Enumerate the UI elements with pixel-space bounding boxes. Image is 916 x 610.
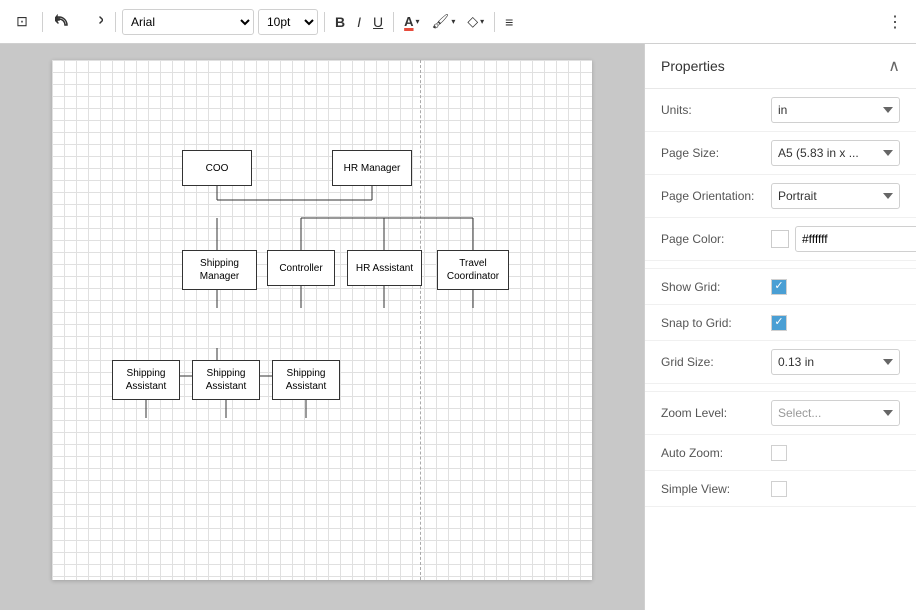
more-options-button[interactable]: ⋮ [883, 8, 908, 36]
showgrid-checkmark: ✓ [774, 281, 783, 292]
org-box-sm[interactable]: Shipping Manager [182, 250, 257, 290]
prop-orientation-label: Page Orientation: [661, 189, 771, 203]
properties-header: Properties ∧ [645, 44, 916, 89]
org-box-hra[interactable]: HR Assistant [347, 250, 422, 286]
prop-showgrid-row: Show Grid: ✓ [645, 269, 916, 305]
fill-color-icon: 🖌 [432, 13, 450, 30]
properties-panel: Properties ∧ Units: incmptpx Page Size: … [644, 44, 916, 610]
color-row: ▾ [771, 226, 916, 252]
prop-showgrid-control: ✓ [771, 279, 900, 295]
showgrid-checkbox[interactable]: ✓ [771, 279, 787, 295]
org-box-coo[interactable]: COO [182, 150, 252, 186]
properties-title: Properties [661, 58, 725, 74]
spacer-1 [645, 261, 916, 269]
prop-pagesize-row: Page Size: A5 (5.83 in x ...A4Letter [645, 132, 916, 175]
prop-orientation-row: Page Orientation: PortraitLandscape [645, 175, 916, 218]
divider-3 [324, 12, 325, 32]
prop-autozoom-label: Auto Zoom: [661, 446, 771, 460]
prop-autozoom-control: ✓ [771, 445, 900, 461]
org-box-hrm[interactable]: HR Manager [332, 150, 412, 186]
toolbar: ⊡ Arial Times New Roman Helvetica 10pt 1… [0, 0, 916, 44]
font-color-icon: A [404, 14, 413, 29]
exit-button[interactable]: ⊡ [8, 8, 36, 36]
divider-2 [115, 12, 116, 32]
page-break-line [420, 60, 421, 580]
spacer-2 [645, 384, 916, 392]
org-box-sa1[interactable]: Shipping Assistant [112, 360, 180, 400]
org-box-sa2[interactable]: Shipping Assistant [192, 360, 260, 400]
prop-pagesize-label: Page Size: [661, 146, 771, 160]
underline-button[interactable]: U [369, 8, 387, 36]
prop-pagesize-control: A5 (5.83 in x ...A4Letter [771, 140, 900, 166]
prop-gridsize-row: Grid Size: 0.13 in0.25 in0.5 in [645, 341, 916, 384]
simpleview-checkbox[interactable]: ✓ [771, 481, 787, 497]
org-box-sa3[interactable]: Shipping Assistant [272, 360, 340, 400]
prop-units-control: incmptpx [771, 97, 900, 123]
properties-collapse-button[interactable]: ∧ [888, 56, 900, 76]
main-area: COO HR Manager Shipping Manager Controller H… [0, 44, 916, 610]
prop-orientation-control: PortraitLandscape [771, 183, 900, 209]
prop-gridsize-control: 0.13 in0.25 in0.5 in [771, 349, 900, 375]
prop-color-control: ▾ [771, 226, 916, 252]
zoomlevel-select[interactable]: Select... 50%75%100%125%150% [771, 400, 900, 426]
orientation-select[interactable]: PortraitLandscape [771, 183, 900, 209]
font-family-select[interactable]: Arial Times New Roman Helvetica [122, 9, 254, 35]
org-box-tc[interactable]: Travel Coordinator [437, 250, 509, 290]
line-color-button[interactable]: ◇ ▾ [463, 8, 488, 36]
font-color-button[interactable]: A ▾ [400, 8, 423, 36]
font-size-select[interactable]: 10pt 12pt 14pt [258, 9, 318, 35]
bold-button[interactable]: B [331, 8, 349, 36]
prop-autozoom-row: Auto Zoom: ✓ [645, 435, 916, 471]
prop-units-label: Units: [661, 103, 771, 117]
autozoom-checkmark: ✓ [774, 447, 783, 458]
line-dropdown-icon: ▾ [480, 17, 484, 26]
line-color-icon: ◇ [467, 13, 478, 30]
color-swatch[interactable] [771, 230, 789, 248]
fill-dropdown-icon: ▾ [451, 17, 455, 26]
redo-button[interactable] [81, 8, 109, 36]
more-icon: ⋮ [887, 12, 904, 32]
prop-simpleview-control: ✓ [771, 481, 900, 497]
gridsize-select[interactable]: 0.13 in0.25 in0.5 in [771, 349, 900, 375]
prop-units-row: Units: incmptpx [645, 89, 916, 132]
prop-simpleview-label: Simple View: [661, 482, 771, 496]
redo-icon [87, 14, 103, 30]
align-icon: ≡ [505, 14, 513, 30]
prop-zoomlevel-label: Zoom Level: [661, 406, 771, 420]
units-select[interactable]: incmptpx [771, 97, 900, 123]
divider-4 [393, 12, 394, 32]
color-input[interactable] [795, 226, 916, 252]
prop-simpleview-row: Simple View: ✓ [645, 471, 916, 507]
simpleview-checkmark: ✓ [774, 483, 783, 494]
prop-color-row: Page Color: ▾ [645, 218, 916, 261]
font-color-dropdown-icon: ▾ [416, 17, 420, 26]
prop-showgrid-label: Show Grid: [661, 280, 771, 294]
prop-gridsize-label: Grid Size: [661, 355, 771, 369]
autozoom-checkbox[interactable]: ✓ [771, 445, 787, 461]
prop-snaptogrid-row: Snap to Grid: ✓ [645, 305, 916, 341]
fill-color-button[interactable]: 🖌 ▾ [428, 8, 460, 36]
canvas-area[interactable]: COO HR Manager Shipping Manager Controller H… [0, 44, 644, 610]
org-box-ctrl[interactable]: Controller [267, 250, 335, 286]
prop-snaptogrid-label: Snap to Grid: [661, 316, 771, 330]
divider-5 [494, 12, 495, 32]
undo-button[interactable] [49, 8, 77, 36]
page: COO HR Manager Shipping Manager Controller H… [52, 60, 592, 580]
prop-zoomlevel-row: Zoom Level: Select... 50%75%100%125%150% [645, 392, 916, 435]
pagesize-select[interactable]: A5 (5.83 in x ...A4Letter [771, 140, 900, 166]
undo-icon [55, 14, 71, 30]
divider-1 [42, 12, 43, 32]
snaptogrid-checkbox[interactable]: ✓ [771, 315, 787, 331]
align-button[interactable]: ≡ [501, 8, 517, 36]
italic-button[interactable]: I [353, 8, 365, 36]
prop-color-label: Page Color: [661, 232, 771, 246]
prop-snaptogrid-control: ✓ [771, 315, 900, 331]
snaptogrid-checkmark: ✓ [774, 317, 783, 328]
prop-zoomlevel-control: Select... 50%75%100%125%150% [771, 400, 900, 426]
